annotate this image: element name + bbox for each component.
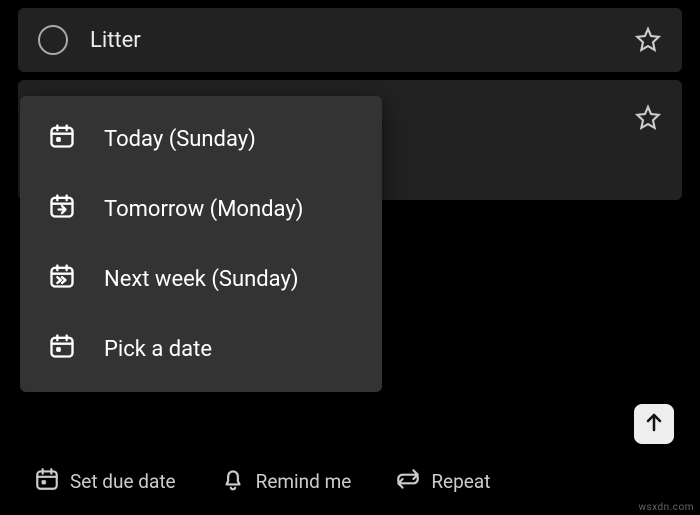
repeat-icon [395, 466, 421, 497]
dropdown-item-label: Today (Sunday) [104, 127, 256, 152]
add-task-bar: Set due date Remind me Repeat [18, 396, 682, 501]
due-date-option-today[interactable]: Today (Sunday) [20, 104, 382, 174]
calendar-today-icon [48, 122, 76, 156]
calendar-tomorrow-icon [48, 192, 76, 226]
bell-icon [220, 466, 246, 497]
action-label: Set due date [70, 470, 176, 493]
dropdown-item-label: Pick a date [104, 337, 212, 362]
due-date-dropdown: Today (Sunday) Tomorrow (Monday) Next we… [20, 96, 382, 392]
arrow-up-icon [642, 410, 666, 438]
action-label: Remind me [256, 470, 352, 493]
calendar-icon [34, 466, 60, 497]
repeat-button[interactable]: Repeat [387, 462, 498, 501]
submit-task-button[interactable] [634, 404, 674, 444]
remind-me-button[interactable]: Remind me [212, 462, 360, 501]
dropdown-item-label: Next week (Sunday) [104, 267, 299, 292]
set-due-date-button[interactable]: Set due date [26, 462, 184, 501]
complete-toggle-circle[interactable] [38, 25, 68, 55]
calendar-pick-icon [48, 332, 76, 366]
task-row[interactable]: Litter [18, 8, 682, 72]
star-icon[interactable] [634, 104, 662, 132]
watermark-text: wsxdn.com [638, 502, 694, 513]
due-date-option-pick-date[interactable]: Pick a date [20, 314, 382, 384]
due-date-option-next-week[interactable]: Next week (Sunday) [20, 244, 382, 314]
task-title: Litter [90, 28, 634, 53]
action-label: Repeat [431, 470, 490, 493]
star-icon[interactable] [634, 26, 662, 54]
calendar-next-week-icon [48, 262, 76, 296]
dropdown-item-label: Tomorrow (Monday) [104, 197, 303, 222]
due-date-option-tomorrow[interactable]: Tomorrow (Monday) [20, 174, 382, 244]
